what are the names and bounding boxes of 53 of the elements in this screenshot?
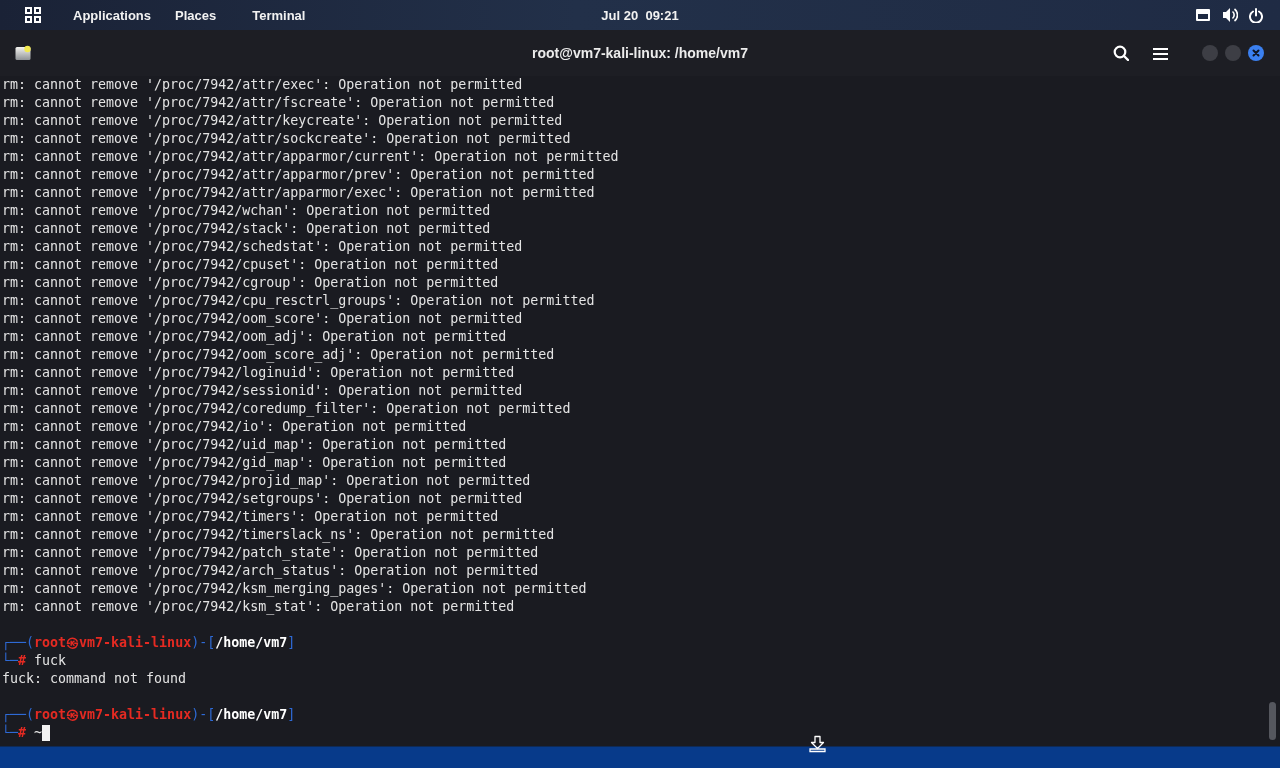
terminal-line: rm: cannot remove '/proc/7942/patch_state': Operation not permitted (2, 544, 539, 562)
close-button[interactable] (1248, 45, 1264, 61)
search-button[interactable] (1113, 45, 1129, 61)
terminal-line: rm: cannot remove '/proc/7942/gid_map': Operation not permitted (2, 454, 507, 472)
terminal-line: fuck: command not found (2, 670, 187, 688)
terminal-line: rm: cannot remove '/proc/7942/oom_score_adj': Operation not permitted (2, 346, 555, 364)
terminal-line: rm: cannot remove '/proc/7942/uid_map': Operation not permitted (2, 436, 507, 454)
menu-button[interactable]: Places (175, 7, 217, 23)
window-title: root@vm7-kali-linux: /home/vm7 (532, 45, 748, 61)
terminal-line: rm: cannot remove '/proc/7942/sessionid': Operation not permitted (2, 382, 523, 400)
menu-button[interactable] (1153, 46, 1168, 60)
terminal-line: rm: cannot remove '/proc/7942/schedstat': Operation not permitted (2, 238, 523, 256)
search-icon (1113, 45, 1129, 61)
terminal-line: rm: cannot remove '/proc/7942/ksm_merging_pages': Operation not permitted (2, 580, 587, 598)
app-menu-button[interactable]: Terminal (252, 7, 306, 23)
terminal-line: rm: cannot remove '/proc/7942/oom_score': Operation not permitted (2, 310, 523, 328)
terminal-line: rm: cannot remove '/proc/7942/cpuset': Operation not permitted (2, 256, 499, 274)
terminal-line: rm: cannot remove '/proc/7942/attr/apparmor/prev': Operation not permitted (2, 166, 595, 184)
monitor-icon[interactable] (1195, 8, 1211, 22)
terminal-line: rm: cannot remove '/proc/7942/cgroup': Operation not permitted (2, 274, 499, 292)
app-window-icon (15, 45, 31, 61)
speaker-icon[interactable] (1222, 7, 1238, 23)
command-line: └─# ~ (2, 724, 43, 742)
terminal-line: rm: cannot remove '/proc/7942/timerslack_ns': Operation not permitted (2, 526, 555, 544)
close-icon (1252, 49, 1260, 57)
terminal-line: rm: cannot remove '/proc/7942/attr/apparmor/current': Operation not permitted (2, 148, 619, 166)
terminal-line: rm: cannot remove '/proc/7942/cpu_resctrl_groups': Operation not permitted (2, 292, 595, 310)
terminal-line: rm: cannot remove '/proc/7942/projid_map': Operation not permitted (2, 472, 531, 490)
clock[interactable]: Jul 20 09:21 (601, 7, 679, 23)
terminal-line: rm: cannot remove '/proc/7942/stack': Operation not permitted (2, 220, 491, 238)
terminal-line: rm: cannot remove '/proc/7942/oom_adj': Operation not permitted (2, 328, 507, 346)
prompt-line: ┌──(root㉿vm7-kali-linux)-[/home/vm7] (2, 634, 296, 652)
scrollbar-thumb[interactable] (1269, 702, 1276, 740)
terminal-line: rm: cannot remove '/proc/7942/attr/apparmor/exec': Operation not permitted (2, 184, 595, 202)
menu-button[interactable]: Applications (73, 7, 151, 23)
terminal-line: rm: cannot remove '/proc/7942/ksm_stat': Operation not permitted (2, 598, 515, 616)
download-icon[interactable] (809, 735, 826, 753)
power-icon[interactable] (1249, 7, 1263, 23)
terminal-line: rm: cannot remove '/proc/7942/wchan': Operation not permitted (2, 202, 491, 220)
terminal-line: rm: cannot remove '/proc/7942/attr/keycreate': Operation not permitted (2, 112, 563, 130)
terminal-line: rm: cannot remove '/proc/7942/coredump_filter': Operation not permitted (2, 400, 571, 418)
menu-icon (1153, 46, 1168, 60)
prompt-line: ┌──(root㉿vm7-kali-linux)-[/home/vm7] (2, 706, 296, 724)
terminal-line: rm: cannot remove '/proc/7942/loginuid': Operation not permitted (2, 364, 515, 382)
terminal-line: rm: cannot remove '/proc/7942/timers': Operation not permitted (2, 508, 499, 526)
app-grid-icon[interactable] (25, 7, 41, 23)
terminal-line: rm: cannot remove '/proc/7942/setgroups': Operation not permitted (2, 490, 523, 508)
terminal-line: rm: cannot remove '/proc/7942/attr/fscreate': Operation not permitted (2, 94, 555, 112)
command-line: └─# fuck (2, 652, 67, 670)
terminal-line: rm: cannot remove '/proc/7942/attr/exec': Operation not permitted (2, 76, 523, 94)
terminal-line: rm: cannot remove '/proc/7942/io': Operation not permitted (2, 418, 467, 436)
terminal-line: rm: cannot remove '/proc/7942/attr/sockcreate': Operation not permitted (2, 130, 571, 148)
terminal-line: rm: cannot remove '/proc/7942/arch_status': Operation not permitted (2, 562, 539, 580)
